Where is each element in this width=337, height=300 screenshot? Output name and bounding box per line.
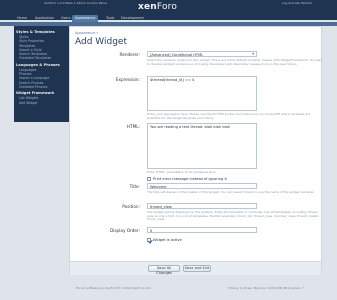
widget-active-checkbox[interactable]: Widget is active <box>147 238 182 242</box>
title-hint: The title will display in the header of … <box>147 190 315 194</box>
renderer-hint: Select the renderer engine for this widg… <box>147 58 323 66</box>
tab-application[interactable]: Application <box>32 15 57 22</box>
tab-tools[interactable]: Tools <box>103 15 117 22</box>
sidebar-item-add-widget[interactable]: Add Widget <box>16 101 67 105</box>
sidebar-item-outdated-phrases[interactable]: Outdated Phrases <box>16 85 67 89</box>
main-tabs: Home Application Users Appearance Tools … <box>0 15 337 22</box>
title-input[interactable]: Welcome <box>147 183 257 189</box>
page-title: Add Widget <box>75 37 127 47</box>
main-content: Appearance » Add Widget Renderer: [Advan… <box>69 26 323 275</box>
sidebar: Styles & Templates Styles Style Properti… <box>14 26 69 122</box>
footer-debug-info: Timing: 0.20 sec Memory: 9.000 MB DB Que… <box>228 286 304 290</box>
renderer-select[interactable]: [Advanced] Conditional HTML ▾ <box>147 51 257 57</box>
save-and-exit-button[interactable]: Save and Exit <box>183 265 211 272</box>
html-hint: Enter HTML, {variables} to be displayed … <box>147 170 217 174</box>
display-order-label: Display Order: <box>109 228 140 233</box>
chevron-down-icon: ▾ <box>252 52 254 56</box>
title-label: Title: <box>129 184 140 189</box>
footer: Forum software by XenForo® ©2010 XenForo… <box>0 286 337 292</box>
tab-home[interactable]: Home <box>14 15 30 22</box>
display-order-input[interactable]: 0 <box>147 227 257 233</box>
footer-copyright: Forum software by XenForo® ©2010 XenForo… <box>76 286 152 290</box>
html-textarea[interactable]: You are reading a test thread. blah blah… <box>147 123 257 169</box>
logo[interactable]: xenForo <box>138 2 177 12</box>
breadcrumb[interactable]: Appearance » <box>75 31 99 35</box>
checkmark-icon[interactable] <box>147 238 151 242</box>
acp-version-text: XenForo 1.0.0 Beta 1 Admin Control Panel <box>44 1 107 5</box>
html-label: HTML: <box>126 124 140 129</box>
checkbox-icon[interactable] <box>147 177 151 181</box>
position-hint: The widget will be displayed on the posi… <box>147 210 319 222</box>
form-button-bar: Save All Changes Save and Exit <box>70 261 321 275</box>
position-label: Position: <box>122 204 140 209</box>
header: XenForo 1.0.0 Beta 1 Admin Control Panel… <box>0 0 337 22</box>
save-all-changes-button[interactable]: Save All Changes <box>148 265 180 275</box>
expression-textarea[interactable]: $thread[thread_id] == 4 <box>147 76 257 111</box>
logout-link[interactable]: Log Out Ask Monitor <box>282 1 312 5</box>
tab-appearance[interactable]: Appearance <box>72 15 99 22</box>
renderer-label: Renderer: <box>119 52 140 57</box>
tab-development[interactable]: Development <box>118 15 147 22</box>
print-error-checkbox[interactable]: Print error message instead of ignoring … <box>147 177 227 181</box>
expression-label: Expression: <box>115 77 140 82</box>
expression-hint: Enter your expression here. Please use t… <box>147 112 311 120</box>
sidebar-item-outdated-templates[interactable]: Outdated Templates <box>16 56 67 60</box>
position-input[interactable]: thread_view <box>147 203 257 209</box>
